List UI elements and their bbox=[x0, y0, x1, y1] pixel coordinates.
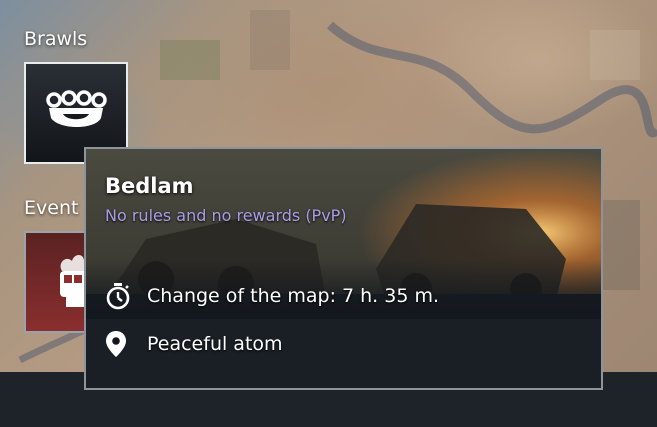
map-change-row: Change of the map: 7 h. 35 m. bbox=[105, 281, 439, 311]
brawls-section-label: Brawls bbox=[24, 28, 88, 50]
mode-tooltip: Bedlam No rules and no rewards (PvP) Cha… bbox=[84, 147, 603, 390]
mode-subtitle: No rules and no rewards (PvP) bbox=[105, 206, 347, 225]
map-pin-icon bbox=[105, 329, 135, 359]
map-change-text: Change of the map: 7 h. 35 m. bbox=[147, 285, 440, 307]
brass-knuckles-icon bbox=[46, 90, 107, 127]
location-row: Peaceful atom bbox=[105, 329, 283, 359]
stopwatch-icon bbox=[105, 281, 135, 311]
events-section-label: Event bbox=[24, 197, 79, 219]
location-text: Peaceful atom bbox=[147, 333, 283, 355]
mode-title: Bedlam bbox=[105, 174, 194, 198]
